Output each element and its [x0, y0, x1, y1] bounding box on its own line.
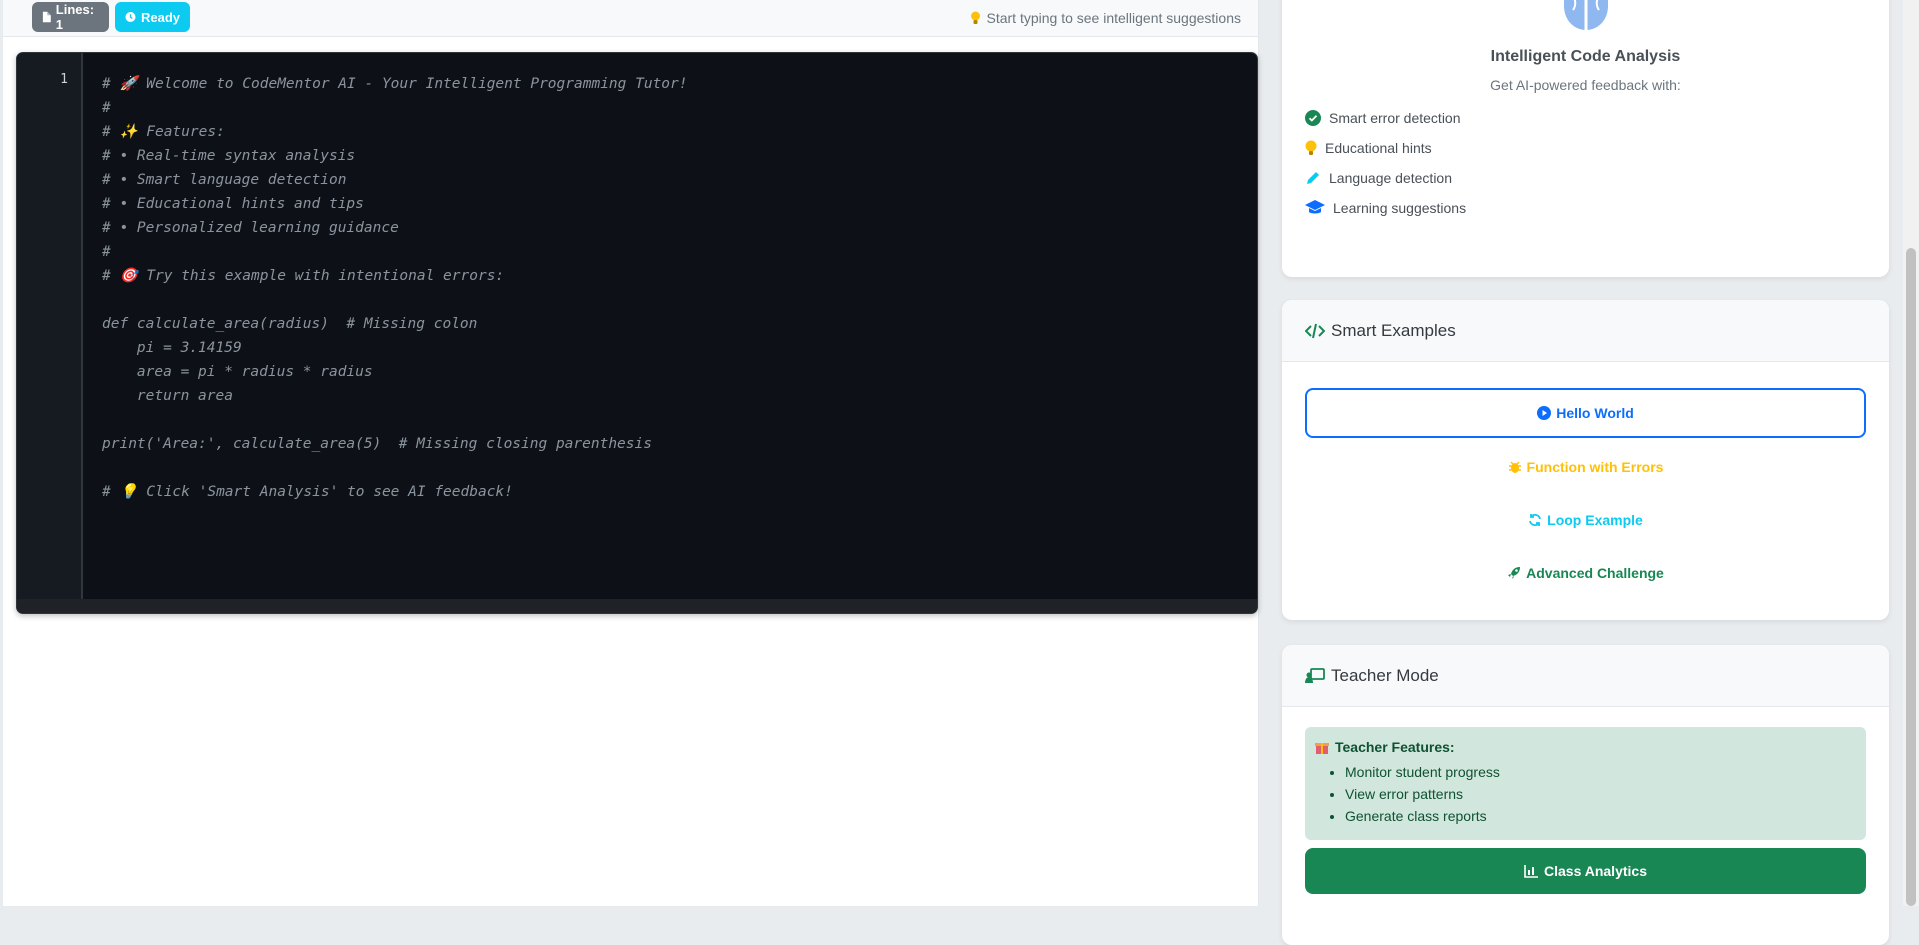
- code-text[interactable]: # 🚀 Welcome to CodeMentor AI - Your Inte…: [102, 72, 688, 504]
- check-circle-icon: [1305, 110, 1321, 126]
- analysis-card: Intelligent Code Analysis Get AI-powered…: [1282, 0, 1889, 277]
- feature-label: Learning suggestions: [1333, 200, 1467, 216]
- ready-status: Ready: [140, 9, 180, 25]
- class-analytics-button[interactable]: Class Analytics: [1305, 848, 1866, 894]
- graduation-cap-icon: [1305, 200, 1325, 214]
- feature-label: Language detection: [1329, 170, 1452, 186]
- chalkboard-teacher-icon: [1305, 667, 1325, 683]
- hello-world-button[interactable]: Hello World: [1305, 388, 1866, 438]
- feature-label: Smart error detection: [1329, 110, 1461, 126]
- line-number: 1: [60, 72, 68, 87]
- teacher-header: Teacher Mode: [1282, 645, 1889, 707]
- analysis-subtitle: Get AI-powered feedback with:: [1490, 77, 1681, 93]
- clock-icon: [125, 11, 136, 23]
- examples-title: Smart Examples: [1331, 320, 1456, 340]
- examples-card: Smart Examples Hello World Function with…: [1282, 300, 1889, 620]
- bug-icon: [1508, 461, 1521, 473]
- list-item: View error patterns: [1345, 783, 1866, 805]
- loop-example-label: Loop Example: [1547, 512, 1643, 528]
- analysis-title: Intelligent Code Analysis: [1490, 48, 1681, 65]
- class-analytics-label: Class Analytics: [1544, 863, 1647, 879]
- gift-icon: [1315, 743, 1329, 754]
- loop-example-button[interactable]: Loop Example: [1305, 495, 1866, 545]
- editor-status-bar: Lines: 1 Ready Start typing to see intel…: [3, 0, 1258, 37]
- lightbulb-icon: [970, 11, 980, 24]
- feature-item: Smart error detection: [1305, 103, 1466, 133]
- feature-item: Educational hints: [1305, 133, 1466, 163]
- hint-text: Start typing to see intelligent suggesti…: [986, 10, 1242, 26]
- refresh-icon: [1529, 514, 1542, 526]
- analysis-feature-list: Smart error detection Educational hints …: [1305, 103, 1466, 223]
- ready-badge: Ready: [115, 2, 190, 32]
- scrollbar-thumb[interactable]: [1906, 248, 1916, 906]
- lines-count: Lines: 1: [55, 2, 95, 32]
- sidebar: Intelligent Code Analysis Get AI-powered…: [1282, 0, 1890, 945]
- hello-world-label: Hello World: [1556, 405, 1634, 421]
- pen-icon: [1307, 172, 1319, 184]
- typing-hint: Start typing to see intelligent suggesti…: [970, 10, 1242, 26]
- file-icon: [42, 11, 51, 23]
- feature-item: Language detection: [1305, 163, 1466, 193]
- code-icon: [1305, 323, 1325, 338]
- teacher-features-title: Teacher Features:: [1335, 739, 1455, 755]
- editor-resize-bar[interactable]: [17, 599, 1257, 613]
- teacher-features-heading: Teacher Features:: [1315, 739, 1866, 755]
- list-item: Monitor student progress: [1345, 761, 1866, 783]
- lightbulb-icon: [1305, 140, 1317, 155]
- chart-icon: [1524, 864, 1538, 878]
- function-errors-label: Function with Errors: [1526, 459, 1664, 475]
- advanced-challenge-label: Advanced Challenge: [1526, 565, 1664, 581]
- advanced-challenge-button[interactable]: Advanced Challenge: [1305, 548, 1866, 598]
- brain-icon: [1564, 0, 1608, 30]
- teacher-card: Teacher Mode Teacher Features: Monitor s…: [1282, 645, 1889, 945]
- play-circle-icon: [1537, 406, 1552, 420]
- rocket-icon: [1508, 567, 1521, 579]
- examples-header: Smart Examples: [1282, 300, 1889, 362]
- feature-label: Educational hints: [1325, 140, 1432, 156]
- lines-badge: Lines: 1: [32, 2, 109, 32]
- teacher-features-box: Teacher Features: Monitor student progre…: [1305, 727, 1866, 840]
- feature-item: Learning suggestions: [1305, 193, 1466, 223]
- function-errors-button[interactable]: Function with Errors: [1305, 442, 1866, 492]
- code-editor[interactable]: 1 # 🚀 Welcome to CodeMentor AI - Your In…: [16, 52, 1258, 614]
- teacher-features-list: Monitor student progress View error patt…: [1315, 761, 1866, 827]
- editor-panel: Lines: 1 Ready Start typing to see intel…: [3, 0, 1259, 906]
- line-number-gutter: 1: [17, 53, 83, 599]
- teacher-title: Teacher Mode: [1331, 665, 1439, 685]
- list-item: Generate class reports: [1345, 805, 1866, 827]
